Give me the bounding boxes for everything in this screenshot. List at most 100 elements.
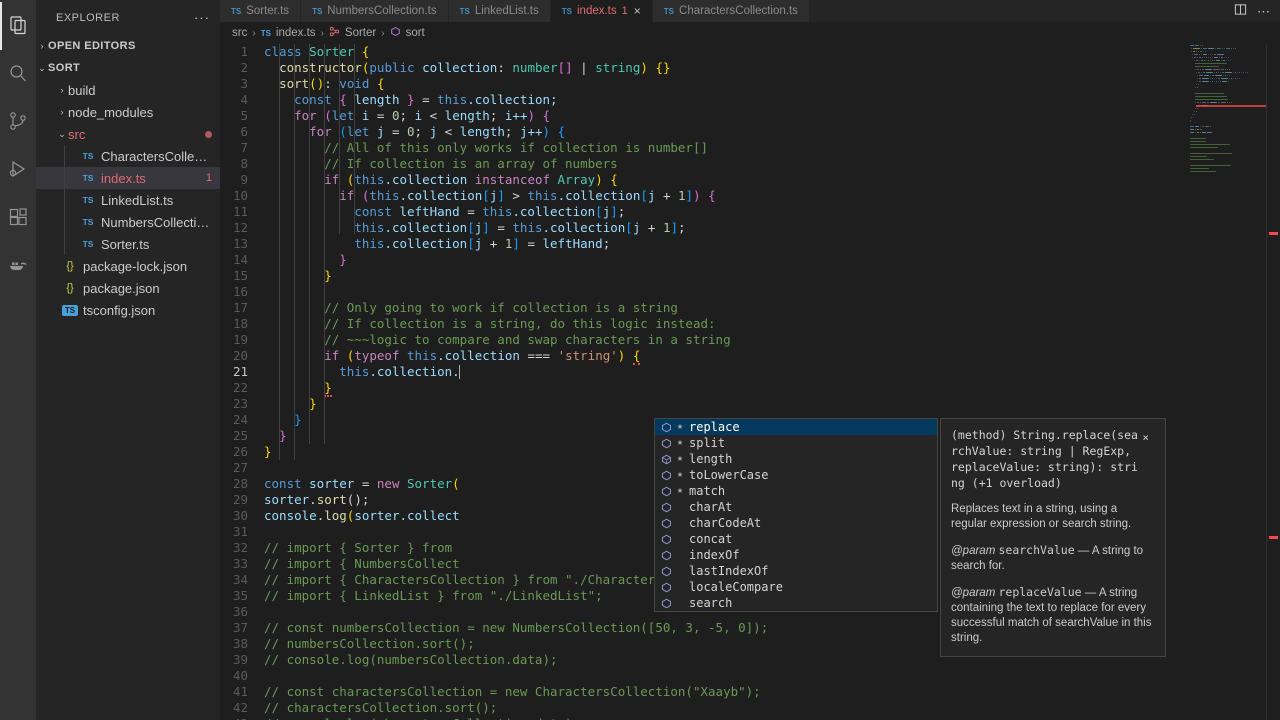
suggest-item-tolowercase[interactable]: ★ toLowerCase [655,467,937,483]
code-token: | [572,60,596,75]
line-number: 18 [232,316,248,331]
source-control-icon [7,110,29,135]
code-token: const [294,92,340,107]
recommended-star-icon: ★ [677,469,684,480]
tree-item-tsconfig-json[interactable]: TS tsconfig.json [36,299,220,321]
breadcrumb-item-index-ts[interactable]: index.ts [276,27,316,39]
code-text: // import { LinkedList } from "./LinkedL… [264,588,603,604]
code-token: j++ [519,124,543,139]
code-token: .collection [384,220,468,235]
line-number: 12 [232,220,248,235]
tab-numberscollection-ts[interactable]: TS NumbersCollection.ts [301,0,449,22]
code-token: public [369,60,423,75]
tree-item-characterscollection-ts[interactable]: TS CharactersCollection.ts [36,145,220,167]
breadcrumb-item-sort[interactable]: sort [406,27,425,39]
code-text: // If collection is a string, do this lo… [264,316,715,332]
code-token: let [331,108,362,123]
param-dash: — [1077,545,1090,557]
activity-item-source-control[interactable] [0,98,36,146]
tree-item-label: package.json [83,280,160,296]
tree-item-numberscollection-ts[interactable]: TS NumbersCollection.ts [36,211,220,233]
suggest-item-localecompare[interactable]: localeCompare [655,579,937,595]
tree-item-node-modules[interactable]: › node_modules [36,101,220,123]
suggest-item-concat[interactable]: concat [655,531,937,547]
code-token: this [407,348,438,363]
activity-item-docker[interactable] [0,242,36,290]
line-number: 27 [232,460,248,475]
code-line: 9 if (this.collection instanceof Array) … [220,172,1280,188]
tab-bar: TS Sorter.ts TS NumbersCollection.ts TS … [220,0,1280,22]
method-icon [661,534,672,545]
suggest-item-charat[interactable]: charAt [655,499,937,515]
split-editor-icon[interactable] [1234,3,1247,19]
suggest-item-length[interactable]: ★ length [655,451,937,467]
error-marker[interactable] [1269,536,1278,539]
code-text: const sorter = new Sorter( [264,476,460,492]
tree-item-build[interactable]: › build [36,79,220,101]
sidebar-section-open-editors[interactable]: › OPEN EDITORS [36,35,220,57]
code-token: = [459,204,483,219]
minimap[interactable] [1186,44,1266,720]
activity-item-explorer[interactable] [0,2,36,50]
chevron-right-icon: › [60,107,64,117]
suggest-item-search[interactable]: search [655,595,937,611]
code-token: // const numbersCollection = new Numbers… [264,620,769,635]
method-signature: × (method) String.replace(searchValue: s… [951,427,1155,491]
activity-item-run-and-debug[interactable] [0,146,36,194]
code-token: = [384,124,408,139]
code-editor[interactable]: 1 class Sorter {2 constructor(public coll… [220,44,1280,720]
suggest-item-charcodeat[interactable]: charCodeAt [655,515,937,531]
sidebar-section-sort[interactable]: ⌄ SORT [36,57,220,79]
error-marker[interactable] [1269,232,1278,235]
suggest-item-lastindexof[interactable]: lastIndexOf [655,563,937,579]
overview-ruler[interactable] [1266,44,1280,720]
code-token: sorter [309,476,355,491]
suggest-widget[interactable]: ★ replace ★ split ★ length ★ toLowerCase ★ match c… [654,418,938,612]
tree-item-index-ts[interactable]: TS index.ts 1 [36,167,220,189]
files-icon [7,14,29,39]
code-text: console.log(sorter.collect [264,508,460,524]
tree-item-package-lock-json[interactable]: {} package-lock.json [36,255,220,277]
tab-index-ts[interactable]: TS index.ts 1 × [550,0,653,22]
activity-item-search[interactable] [0,50,36,98]
breadcrumb-item-src[interactable]: src [232,27,247,39]
activity-item-extensions[interactable] [0,194,36,242]
code-text: this.collection. [264,364,461,380]
code-token: this [482,204,513,219]
recommended-star-icon: ★ [677,453,684,464]
param-name: replaceValue [998,585,1082,599]
close-icon[interactable]: × [634,5,641,17]
suggest-item-replace[interactable]: ★ replace [655,419,937,435]
close-icon[interactable]: × [1142,432,1149,443]
typescript-file-icon: TS [82,195,94,205]
code-token: .collection [384,172,468,187]
sidebar-more-actions-icon[interactable]: ··· [194,10,210,25]
code-text: this.collection[j] = this.collection[j +… [264,220,685,236]
suggest-item-indexof[interactable]: indexOf [655,547,937,563]
suggest-item-split[interactable]: ★ split [655,435,937,451]
tab-sorter-ts[interactable]: TS Sorter.ts [220,0,302,22]
tree-item-src[interactable]: ⌄ src [36,123,220,145]
suggest-item-match[interactable]: ★ match [655,483,937,499]
code-token: ] [497,188,505,203]
tree-item-package-json[interactable]: {} package.json [36,277,220,299]
breadcrumb-item-sorter[interactable]: Sorter [345,27,376,39]
line-number: 20 [232,348,248,363]
code-token: + [655,188,678,203]
tree-item-sorter-ts[interactable]: TS Sorter.ts [36,233,220,255]
code-line: 18 // If collection is a string, do this… [220,316,1280,332]
code-text: // import { NumbersCollect [264,556,460,572]
tab-linkedlist-ts[interactable]: TS LinkedList.ts [448,0,551,22]
code-token: = [414,92,438,107]
code-token: this [354,220,385,235]
tab-characterscollection-ts[interactable]: TS CharactersCollection.ts [652,0,810,22]
code-text: // All of this only works if collection … [264,140,708,156]
more-actions-icon[interactable]: ⋯ [1257,5,1270,18]
breadcrumb-separator: › [252,27,256,39]
code-token: if [339,188,362,203]
tree-item-linkedlist-ts[interactable]: TS LinkedList.ts [36,189,220,211]
code-token: ( [452,476,460,491]
